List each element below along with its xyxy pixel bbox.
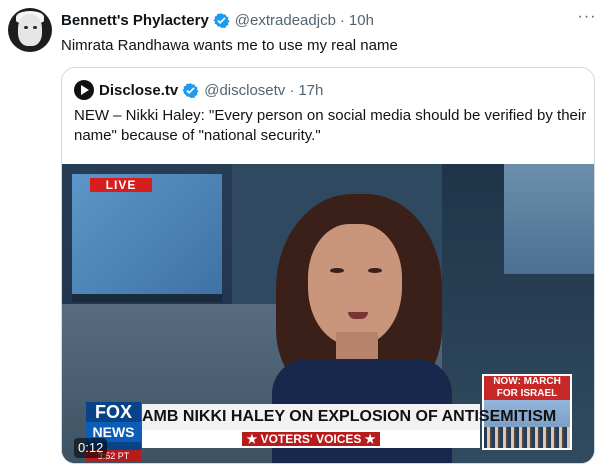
speaker-right-eye bbox=[368, 268, 382, 273]
avatar-face bbox=[18, 14, 42, 46]
avatar-right-eye bbox=[33, 26, 37, 29]
avatar-left-eye bbox=[24, 26, 28, 29]
verified-badge-icon bbox=[182, 82, 199, 98]
quoted-author-handle[interactable]: @disclosetv bbox=[204, 82, 285, 99]
quoted-text: NEW – Nikki Haley: "Every person on soci… bbox=[74, 107, 587, 144]
quoted-author-name[interactable]: Disclose.tv bbox=[99, 82, 178, 99]
logo-fox-text: FOX bbox=[94, 402, 132, 422]
video-player[interactable]: LIVE NOW: MARCH FOR ISRAEL FOX NEWS AMB … bbox=[62, 164, 594, 463]
author-handle[interactable]: @extradeadjcb bbox=[235, 12, 336, 29]
news-lower-third: FOX NEWS AMB NIKKI HALEY ON EXPLOSION OF… bbox=[62, 396, 594, 463]
tweet-card[interactable]: Bennett's Phylactery @extradeadjcb · 10h… bbox=[0, 0, 603, 470]
quoted-post-time[interactable]: 17h bbox=[298, 82, 323, 99]
play-icon bbox=[74, 80, 94, 100]
speaker-left-eye bbox=[330, 268, 344, 273]
tweet-header: Bennett's Phylactery @extradeadjcb · 10h bbox=[61, 10, 374, 30]
author-name[interactable]: Bennett's Phylactery bbox=[61, 12, 209, 29]
quoted-separator: · bbox=[289, 81, 295, 99]
more-icon[interactable]: ··· bbox=[575, 8, 599, 28]
segment-title-text: ★ VOTERS' VOICES ★ bbox=[242, 432, 380, 446]
post-time[interactable]: 10h bbox=[349, 12, 374, 29]
avatar[interactable] bbox=[8, 8, 52, 52]
header-separator: · bbox=[339, 11, 345, 29]
video-timestamp: 0:12 bbox=[74, 438, 108, 458]
segment-title: ★ VOTERS' VOICES ★ bbox=[142, 430, 480, 448]
studio-screen bbox=[72, 174, 222, 302]
news-headline: AMB NIKKI HALEY ON EXPLOSION OF ANTISEMI… bbox=[142, 404, 556, 430]
studio-window bbox=[504, 164, 594, 274]
quoted-header: Disclose.tv @disclosetv · 17h bbox=[74, 80, 323, 100]
quoted-tweet[interactable]: Disclose.tv @disclosetv · 17h NEW – Nikk… bbox=[61, 67, 595, 464]
verified-badge-icon bbox=[213, 12, 230, 28]
live-badge: LIVE bbox=[90, 178, 152, 192]
speaker-face bbox=[308, 224, 402, 346]
tweet-text: Nimrata Randhawa wants me to use my real… bbox=[61, 37, 398, 54]
